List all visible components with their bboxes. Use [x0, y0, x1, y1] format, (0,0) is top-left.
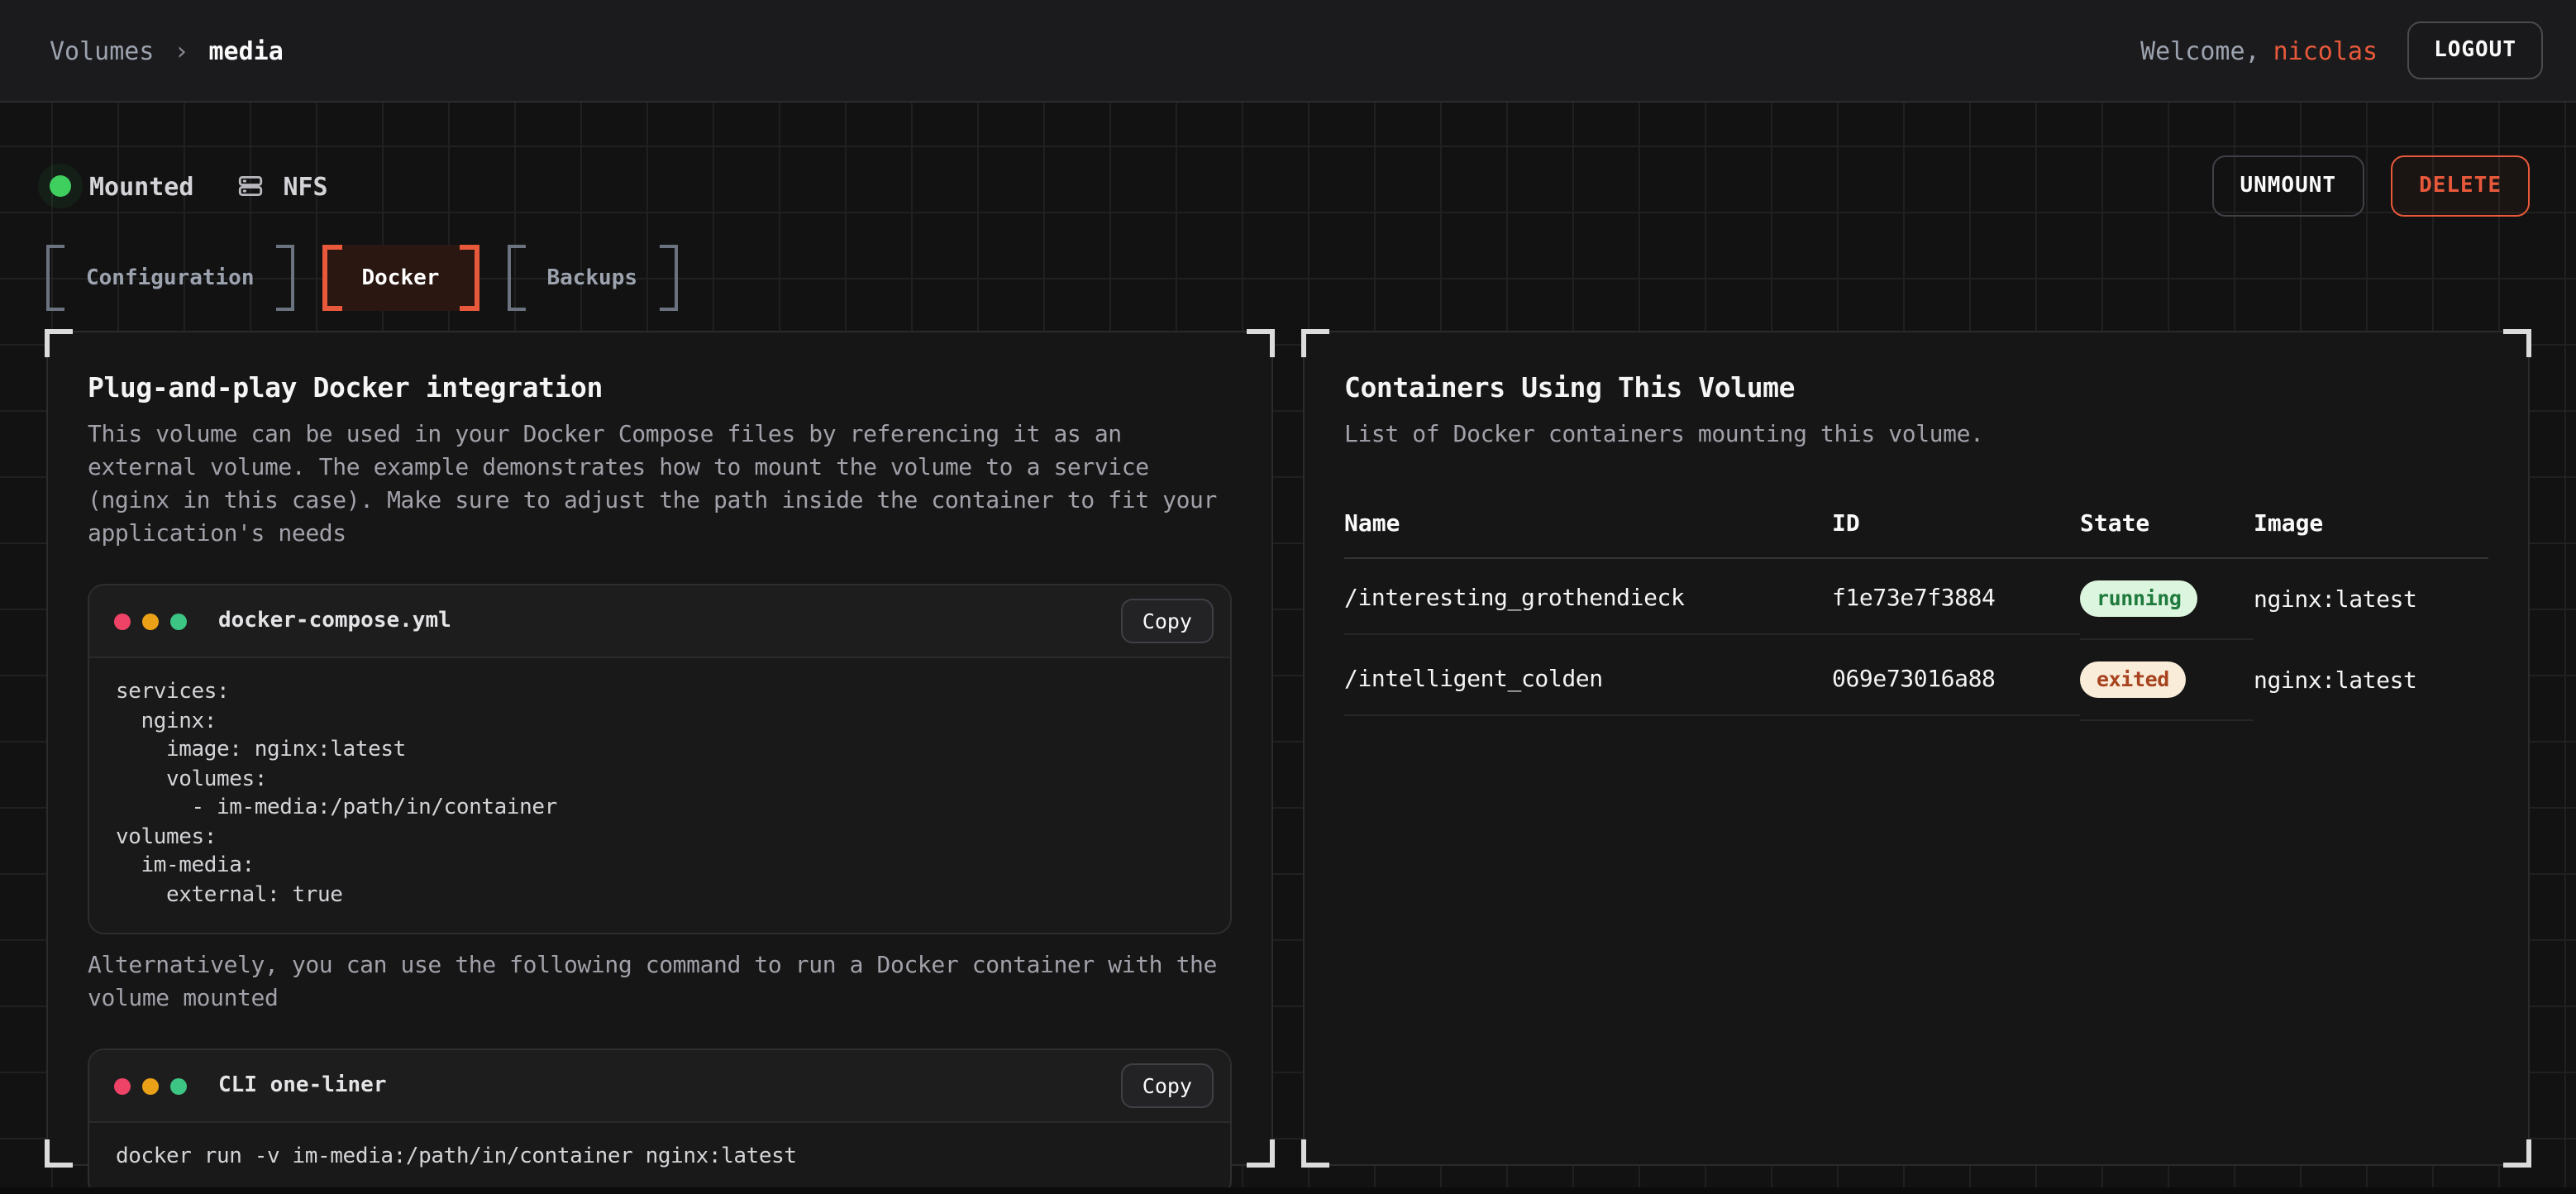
- compose-filename: docker-compose.yml: [218, 609, 451, 633]
- cli-code-content: docker run -v im-media:/path/in/containe…: [89, 1123, 1230, 1194]
- breadcrumb-volumes-link[interactable]: Volumes: [50, 36, 154, 65]
- docker-panel-description: This volume can be used in your Docker C…: [88, 418, 1232, 551]
- tab-backups[interactable]: Backups: [507, 245, 677, 311]
- username: nicolas: [2273, 36, 2378, 65]
- panel-corner-mark: [1301, 329, 1329, 357]
- unmount-button[interactable]: UNMOUNT: [2211, 155, 2364, 217]
- traffic-light-green-icon: [170, 613, 187, 629]
- column-header-state: State: [2080, 494, 2254, 559]
- compose-code-block-header: docker-compose.yml Copy: [89, 585, 1230, 658]
- container-image: nginx:latest: [2254, 565, 2488, 634]
- volume-status-group: Mounted NFS: [46, 171, 328, 201]
- docker-integration-panel: Plug-and-play Docker integration This vo…: [46, 331, 1273, 1166]
- traffic-light-red-icon: [114, 1077, 131, 1094]
- container-id: 069e73016a88: [1832, 645, 2080, 716]
- breadcrumb: Volumes › media: [50, 36, 284, 65]
- container-id: f1e73e7f3884: [1832, 564, 2080, 635]
- top-bar: Volumes › media Welcome, nicolas LOGOUT: [0, 0, 2576, 103]
- volume-detail-page: Volumes › media Welcome, nicolas LOGOUT M…: [0, 0, 2576, 1194]
- panels-row: Plug-and-play Docker integration This vo…: [46, 331, 2530, 1166]
- status-badge-exited: exited: [2080, 661, 2186, 698]
- table-row: /intelligent_colden 069e73016a88 exited …: [1344, 640, 2488, 721]
- containers-panel-subtitle: List of Docker containers mounting this …: [1344, 418, 2488, 451]
- traffic-light-red-icon: [114, 613, 131, 629]
- cli-code-block-header: CLI one-liner Copy: [89, 1050, 1230, 1123]
- panel-corner-mark: [2503, 1139, 2531, 1168]
- copy-compose-button[interactable]: Copy: [1121, 599, 1214, 643]
- traffic-light-green-icon: [170, 1077, 187, 1094]
- mount-status-indicator: Mounted: [50, 171, 193, 201]
- delete-button[interactable]: DELETE: [2391, 155, 2530, 217]
- breadcrumb-current-volume: media: [209, 36, 284, 65]
- panel-corner-mark: [1247, 329, 1275, 357]
- column-header-id: ID: [1832, 494, 2080, 559]
- volume-actions: UNMOUNT DELETE: [2211, 155, 2530, 217]
- containers-table-header-row: Name ID State Image: [1344, 494, 2488, 559]
- fs-type-indicator: NFS: [236, 171, 327, 201]
- mounted-status-dot-icon: [50, 175, 71, 197]
- table-row: /interesting_grothendieck f1e73e7f3884 r…: [1344, 559, 2488, 640]
- container-state: exited: [2080, 640, 2254, 721]
- containers-panel: Containers Using This Volume List of Doc…: [1303, 331, 2530, 1166]
- logout-button[interactable]: LOGOUT: [2407, 21, 2543, 79]
- welcome-text: Welcome, nicolas: [2140, 36, 2378, 65]
- container-image: nginx:latest: [2254, 646, 2488, 715]
- copy-cli-button[interactable]: Copy: [1121, 1063, 1214, 1108]
- container-state: running: [2080, 559, 2254, 640]
- tab-docker[interactable]: Docker: [322, 245, 479, 311]
- tab-configuration[interactable]: Configuration: [46, 245, 294, 311]
- traffic-light-amber-icon: [142, 1077, 159, 1094]
- status-row: Mounted NFS UNMOUNT DELET: [46, 103, 2530, 217]
- status-badge-running: running: [2080, 580, 2198, 617]
- panel-corner-mark: [2503, 329, 2531, 357]
- panel-corner-mark: [1301, 1139, 1329, 1168]
- containers-table: Name ID State Image /interesting_grothen…: [1344, 494, 2488, 721]
- server-stack-icon: [236, 172, 265, 200]
- column-header-image: Image: [2254, 494, 2488, 559]
- main-area: Mounted NFS UNMOUNT DELET: [0, 103, 2576, 1194]
- user-area: Welcome, nicolas LOGOUT: [2140, 21, 2543, 79]
- tab-bar: Configuration Docker Backups: [46, 245, 2530, 311]
- container-name: /intelligent_colden: [1344, 645, 1832, 716]
- breadcrumb-separator: ›: [174, 36, 188, 65]
- panel-corner-mark: [45, 1139, 73, 1168]
- docker-panel-title: Plug-and-play Docker integration: [88, 372, 1232, 404]
- welcome-prefix: Welcome,: [2140, 36, 2260, 65]
- compose-code-content: services: nginx: image: nginx:latest vol…: [89, 658, 1230, 933]
- panel-corner-mark: [1247, 1139, 1275, 1168]
- containers-panel-title: Containers Using This Volume: [1344, 372, 2488, 404]
- column-header-name: Name: [1344, 494, 1832, 559]
- panel-corner-mark: [45, 329, 73, 357]
- cli-block-title: CLI one-liner: [218, 1073, 387, 1098]
- cli-intro-text: Alternatively, you can use the following…: [88, 949, 1232, 1015]
- traffic-light-amber-icon: [142, 613, 159, 629]
- fs-type-label: NFS: [283, 171, 327, 201]
- container-name: /interesting_grothendieck: [1344, 564, 1832, 635]
- mount-status-label: Mounted: [89, 171, 193, 201]
- cli-code-block: CLI one-liner Copy docker run -v im-medi…: [88, 1048, 1232, 1194]
- compose-code-block: docker-compose.yml Copy services: nginx:…: [88, 584, 1232, 934]
